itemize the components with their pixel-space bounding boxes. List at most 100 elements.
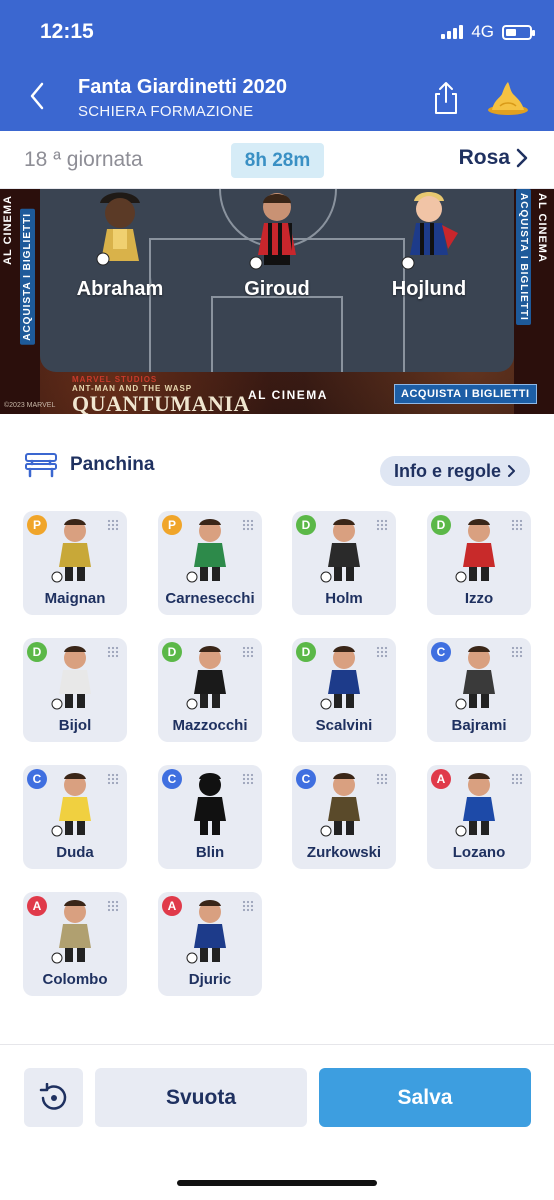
status-time: 12:15 [40,20,94,43]
home-indicator[interactable] [177,1180,377,1186]
role-badge: A [27,896,47,916]
player-name: Holm [325,590,363,607]
drag-handle-icon[interactable] [242,646,254,658]
bench-player-card[interactable]: A Djuric [158,892,262,996]
bench-icon [25,453,57,478]
player-name: Hojlund [391,278,467,300]
role-badge: P [162,515,182,535]
save-button[interactable]: Salva [319,1068,531,1127]
ad-banner[interactable]: MARVEL STUDIOS ANT-MAN AND THE WASP QUAN… [0,372,554,414]
drag-handle-icon[interactable] [107,646,119,658]
role-badge: C [162,769,182,789]
bench-player-card[interactable]: C Blin [158,765,262,869]
role-badge: P [27,515,47,535]
bench-player-card[interactable]: A Lozano [427,765,531,869]
player-name: Bajrami [451,717,507,734]
round-label: 18 ª giornata [24,148,143,171]
starter-player[interactable]: Giroud [212,189,342,301]
starter-player[interactable]: Hojlund [364,189,494,301]
player-avatar [320,646,360,710]
drag-handle-icon[interactable] [107,519,119,531]
film-logo: MARVEL STUDIOS ANT-MAN AND THE WASP QUAN… [72,375,250,414]
player-name: Carnesecchi [165,590,255,607]
buy-tickets-button[interactable]: ACQUISTA I BIGLIETTI [394,384,537,404]
role-badge: D [431,515,451,535]
drag-handle-icon[interactable] [376,773,388,785]
bench-player-card[interactable]: P Maignan [23,511,127,615]
undo-button[interactable] [24,1068,83,1127]
drag-handle-icon[interactable] [107,900,119,912]
page-subtitle: SCHIERA FORMAZIONE [78,103,254,120]
chevron-left-icon [30,82,44,110]
league-title: Fanta Giardinetti 2020 [78,76,287,98]
pitch: Abraham Giroud Hojlund [40,189,514,372]
player-name: Bijol [58,717,92,734]
player-avatar [186,900,226,964]
bench-player-card[interactable]: C Bajrami [427,638,531,742]
share-icon [435,82,457,114]
rosa-link[interactable]: Rosa [459,146,528,170]
rosa-label: Rosa [458,146,510,169]
player-avatar [320,773,360,837]
bench-player-card[interactable]: D Bijol [23,638,127,742]
role-badge: D [296,515,316,535]
role-badge: A [431,769,451,789]
countdown-timer: 8h 28m [231,143,324,178]
bench-player-card[interactable]: D Mazzocchi [158,638,262,742]
bench-player-card[interactable]: D Scalvini [292,638,396,742]
signal-icon [441,25,464,39]
drag-handle-icon[interactable] [376,646,388,658]
bench-player-card[interactable]: A Colombo [23,892,127,996]
player-avatar [186,646,226,710]
bench-player-card[interactable]: D Holm [292,511,396,615]
player-name: Scalvini [315,717,373,734]
drag-handle-icon[interactable] [511,519,523,531]
back-button[interactable] [22,76,52,116]
info-rules-button[interactable]: Info e regole [380,456,530,486]
player-avatar [249,193,296,270]
player-avatar [51,900,91,964]
drag-handle-icon[interactable] [242,519,254,531]
bench-player-card[interactable]: C Duda [23,765,127,869]
player-avatar [320,519,360,583]
ad-side-cta-right: ACQUISTA I BIGLIETTI [516,189,531,325]
drag-handle-icon[interactable] [242,900,254,912]
player-avatar [96,192,140,266]
chevron-right-icon [516,148,528,168]
drag-handle-icon[interactable] [511,773,523,785]
player-name: Blin [195,844,225,861]
round-bar: 18 ª giornata 8h 28m Rosa [0,131,554,189]
trophy-button[interactable] [486,80,530,116]
undo-icon [39,1082,66,1110]
drag-handle-icon[interactable] [511,646,523,658]
player-name: Maignan [44,590,106,607]
role-badge: C [296,769,316,789]
role-badge: D [27,642,47,662]
share-button[interactable] [430,80,462,116]
player-avatar [186,519,226,583]
bench-player-card[interactable]: P Carnesecchi [158,511,262,615]
drag-handle-icon[interactable] [242,773,254,785]
drag-handle-icon[interactable] [107,773,119,785]
clear-button[interactable]: Svuota [95,1068,307,1127]
player-name: Izzo [464,590,494,607]
player-name: Giroud [244,278,310,300]
info-rules-label: Info e regole [393,460,501,481]
player-name: Djuric [188,971,232,988]
player-name: Abraham [76,278,164,300]
player-name: Duda [56,844,94,861]
role-badge: A [162,896,182,916]
role-badge: C [27,769,47,789]
bench-player-card[interactable]: C Zurkowski [292,765,396,869]
starter-player[interactable]: Abraham [55,189,185,301]
player-avatar [401,192,458,270]
bench-player-card[interactable]: D Izzo [427,511,531,615]
pile-icon [488,82,528,115]
app-header: 12:15 4G Fanta Giardinetti 2020 SCHIERA … [0,0,554,131]
network-label: 4G [471,22,494,41]
role-badge: D [162,642,182,662]
bench-title: Panchina [70,454,155,475]
battery-icon [502,24,535,40]
drag-handle-icon[interactable] [376,519,388,531]
lineup-pitch-banner: AL CINEMA ACQUISTA I BIGLIETTI ACQUISTA … [0,189,554,414]
